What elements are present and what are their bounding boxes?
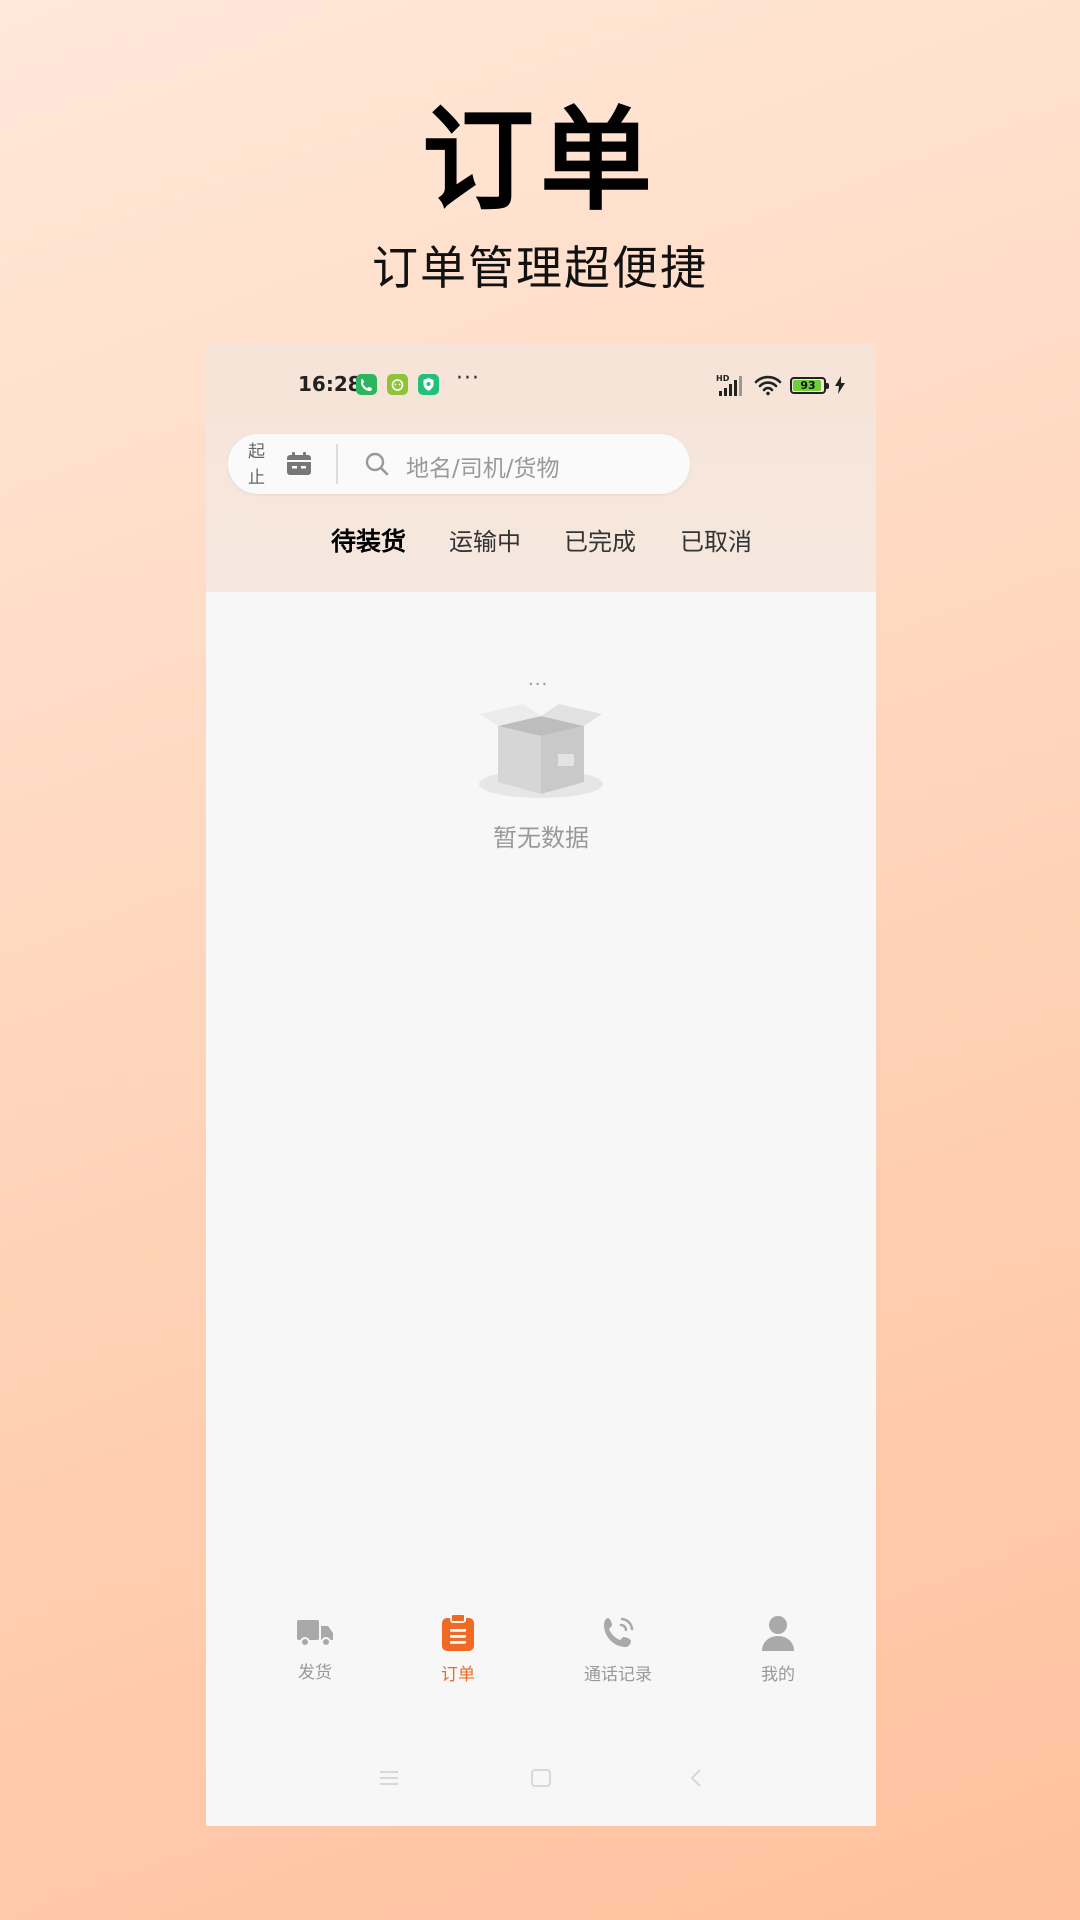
nav-item-call-log[interactable]: 通话记录: [548, 1614, 688, 1685]
search-input[interactable]: 地名/司机/货物: [406, 449, 560, 483]
promo-title: 订单: [422, 96, 658, 226]
empty-dots: ···: [528, 674, 549, 695]
phone-icon: [604, 1617, 634, 1647]
wifi-icon: [754, 375, 782, 396]
nav-label-orders: 订单: [441, 1665, 475, 1685]
battery-level: 93: [800, 378, 816, 392]
search-icon: [365, 452, 389, 476]
page-header: 16:28 ··· HD 93 起 止 地名/司机/货物 待装货 运输中 已完成…: [206, 344, 876, 592]
promo-subtitle: 订单管理超便捷: [372, 241, 708, 295]
shield-app-icon: [418, 374, 439, 395]
status-right-group: HD 93: [716, 372, 846, 398]
phone-app-icon: [356, 374, 377, 395]
search-bar: 起 止 地名/司机/货物: [228, 434, 690, 494]
battery-icon: 93: [790, 376, 829, 394]
tab-in-transit[interactable]: 运输中: [449, 522, 521, 557]
order-status-tabs: 待装货 运输中 已完成 已取消: [206, 522, 876, 566]
status-more-icon: ···: [456, 366, 480, 391]
nav-item-profile[interactable]: 我的: [708, 1614, 848, 1685]
empty-box-icon: [479, 704, 603, 798]
calendar-icon[interactable]: [286, 452, 312, 476]
status-bar: 16:28 ··· HD 93: [206, 344, 876, 428]
date-range-start: 起: [248, 442, 265, 462]
empty-message: 暂无数据: [493, 824, 589, 852]
system-nav-bar: [206, 1768, 876, 1798]
nav-label-ship: 发货: [298, 1663, 332, 1683]
status-time: 16:28: [298, 372, 362, 396]
nav-label-call-log: 通话记录: [584, 1665, 652, 1685]
phone-screen: 16:28 ··· HD 93 起 止 地名/司机/货物 待装货 运输中 已完成…: [206, 344, 876, 1826]
user-icon: [762, 1616, 794, 1651]
nav-item-orders[interactable]: 订单: [388, 1614, 528, 1685]
nav-label-profile: 我的: [761, 1665, 795, 1685]
bottom-nav: 发货 订单 通话记录 我的: [206, 1614, 876, 1714]
tab-cancelled[interactable]: 已取消: [680, 522, 752, 557]
tab-completed[interactable]: 已完成: [564, 522, 636, 557]
search-divider: [336, 444, 338, 484]
signal-icon: HD: [716, 374, 742, 396]
menu-icon[interactable]: [378, 1768, 400, 1788]
nav-item-ship[interactable]: 发货: [245, 1614, 385, 1683]
bot-app-icon: [387, 374, 408, 395]
home-icon[interactable]: [530, 1768, 552, 1788]
truck-icon: [297, 1620, 333, 1647]
clipboard-icon: [442, 1614, 474, 1651]
network-type-label: HD: [716, 374, 730, 383]
date-range-end: 止: [248, 468, 265, 488]
back-icon[interactable]: [686, 1768, 708, 1788]
tab-pending-loading[interactable]: 待装货: [331, 522, 406, 558]
charging-icon: [835, 376, 845, 394]
date-range-button[interactable]: 起 止: [248, 439, 272, 491]
